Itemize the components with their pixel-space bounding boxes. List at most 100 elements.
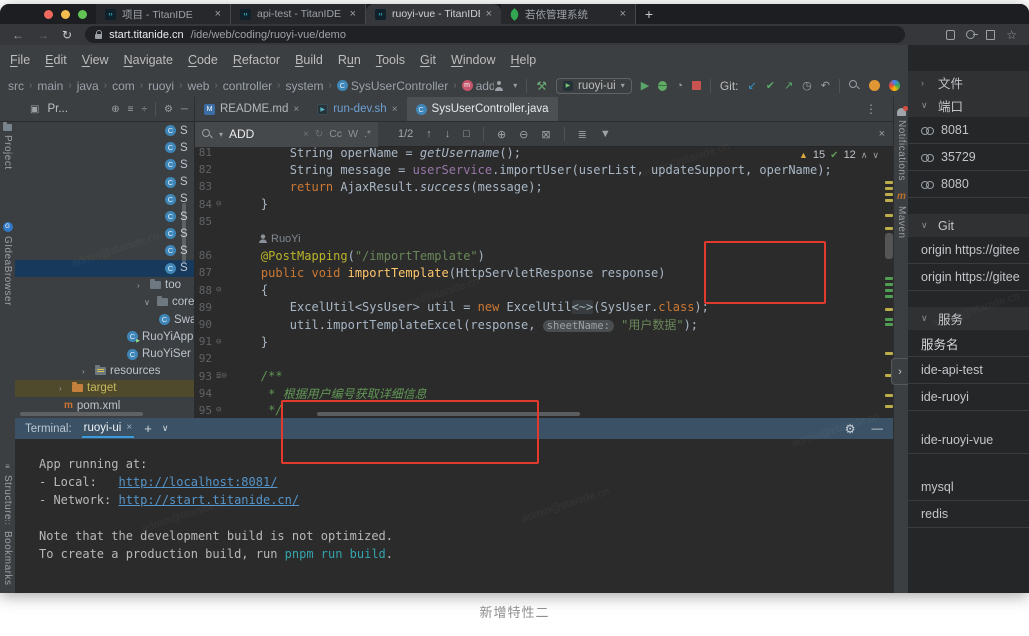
tool-window-notifications[interactable]: Notifications (894, 108, 909, 181)
collapse-all-icon[interactable]: ÷ (141, 104, 147, 115)
tool-window-project[interactable]: Project (0, 124, 15, 170)
menu-item-tools[interactable]: Tools (376, 53, 405, 67)
port-item[interactable]: 8080 (908, 171, 1029, 198)
reload-icon[interactable]: ↻ (62, 29, 72, 41)
remove-selection-icon[interactable]: ⊖ (519, 128, 528, 141)
port-item[interactable]: 35729 (908, 144, 1029, 171)
menu-item-window[interactable]: Window (451, 53, 495, 67)
tree-item[interactable]: ›too (15, 277, 194, 294)
tree-item[interactable]: ›target (15, 380, 194, 397)
stop-button[interactable] (692, 81, 701, 90)
new-terminal-icon[interactable]: + (144, 421, 152, 436)
back-icon[interactable]: ← (12, 29, 24, 41)
browser-tab[interactable]: ‹›api-test - TitanIDE× (231, 4, 366, 24)
find-input[interactable]: ▾ ADD × ↻ Cc W .* (195, 122, 378, 147)
tree-item[interactable]: CS (15, 225, 194, 242)
match-case-toggle[interactable]: Cc (329, 128, 342, 140)
tree-item[interactable]: CS (15, 260, 194, 277)
panel-item[interactable]: origin https://gitee (908, 237, 1029, 264)
menu-item-navigate[interactable]: Navigate (124, 53, 173, 67)
terminal-dropdown-icon[interactable]: ∨ (162, 423, 169, 434)
panel-section-header[interactable]: ›文件 (908, 71, 1029, 94)
menu-item-git[interactable]: Git (420, 53, 436, 67)
panel-item[interactable]: ide-ruoyi (908, 384, 1029, 411)
assistant-icon[interactable] (869, 80, 880, 91)
terminal-settings-icon[interactable]: ⚙ (845, 422, 856, 436)
run-button[interactable]: ▶ (641, 79, 649, 92)
git-push-icon[interactable]: ↗ (784, 79, 793, 92)
close-window-button[interactable] (44, 10, 53, 19)
words-toggle[interactable]: W (348, 128, 358, 140)
next-issue-icon[interactable]: ∨ (872, 150, 879, 161)
breadcrumb-method[interactable]: add (476, 79, 495, 93)
panel-section-header[interactable]: ∨服务 (908, 307, 1029, 330)
breadcrumb-item[interactable]: main (37, 79, 63, 93)
tree-item[interactable]: CS (15, 242, 194, 259)
tree-item[interactable]: CS (15, 122, 194, 139)
tree-item[interactable]: ∨core.co (15, 294, 194, 311)
tool-window-bookmarks[interactable]: ∷ Bookmarks (0, 518, 15, 586)
panel-item[interactable]: ide-ruoyi-vue (908, 427, 1029, 454)
user-icon[interactable] (494, 81, 504, 91)
breadcrumb-class[interactable]: SysUserController (351, 79, 448, 93)
git-commit-icon[interactable]: ✔ (766, 79, 775, 92)
prev-match-icon[interactable]: ↑ (426, 128, 432, 140)
plugin-icon[interactable] (889, 80, 900, 91)
history-icon[interactable]: ◷ (802, 79, 812, 92)
menu-item-edit[interactable]: Edit (45, 53, 67, 67)
gear-icon[interactable]: ⚙ (164, 104, 173, 115)
hide-panel-icon[interactable]: ─ (181, 104, 188, 115)
breadcrumb-item[interactable]: src (8, 79, 24, 93)
panel-item[interactable]: origin https://gitee (908, 264, 1029, 291)
breadcrumb-item[interactable]: java (77, 79, 99, 93)
address-bar[interactable]: start.titanide.cn/ide/web/coding/ruoyi-v… (85, 26, 905, 43)
tree-item[interactable]: CS (15, 174, 194, 191)
filter-down-icon[interactable]: ▼ (600, 128, 611, 140)
close-find-icon[interactable]: × (879, 128, 885, 140)
panel-item[interactable]: redis (908, 501, 1029, 528)
refresh-icon[interactable]: ↻ (315, 129, 323, 140)
search-everywhere-icon[interactable] (849, 80, 860, 91)
tool-window-maven[interactable]: m Maven (894, 191, 909, 239)
tree-item[interactable]: ›resources (15, 363, 194, 380)
panel-section-header[interactable]: ∨Git (908, 214, 1029, 237)
tree-hscrollbar[interactable] (20, 412, 143, 416)
breadcrumb-item[interactable]: web (187, 79, 209, 93)
close-tab-icon[interactable]: × (392, 104, 398, 115)
browser-tab[interactable]: ‹›项目 - TitanIDE× (96, 4, 231, 24)
menu-item-run[interactable]: Run (338, 53, 361, 67)
chevron-down-icon[interactable]: ▾ (219, 130, 223, 139)
editor-tab[interactable]: MREADME.md× (195, 97, 308, 121)
panel-section-header[interactable]: ∨端口 (908, 94, 1029, 117)
regex-toggle[interactable]: .* (364, 128, 371, 140)
menu-item-refactor[interactable]: Refactor (233, 53, 280, 67)
sidepanel-icon[interactable] (946, 30, 955, 40)
translate-icon[interactable] (986, 30, 995, 40)
panel-collapse-handle[interactable]: › (891, 358, 908, 385)
menu-item-code[interactable]: Code (188, 53, 218, 67)
git-update-icon[interactable]: ↙ (748, 79, 757, 92)
tree-item[interactable]: CRuoYiApp (15, 328, 194, 345)
password-manager-icon[interactable] (966, 30, 975, 39)
chevron-down-icon[interactable]: ▾ (513, 81, 517, 90)
menu-item-help[interactable]: Help (510, 53, 536, 67)
terminal-tab[interactable]: ruoyi-ui × (82, 420, 135, 438)
tree-item[interactable]: CSwa (15, 311, 194, 328)
tool-window-gideabrowser[interactable]: G GIdeaBrowser (0, 222, 15, 306)
expand-all-icon[interactable]: ≡ (128, 104, 134, 115)
close-tab-icon[interactable]: × (486, 8, 492, 20)
inspections-widget[interactable]: ▲ 15 ✔ 12 ∧ ∨ (799, 149, 879, 161)
panel-item[interactable]: mysql (908, 474, 1029, 501)
filter-icon[interactable]: ≣ (578, 128, 587, 141)
menu-item-view[interactable]: View (82, 53, 109, 67)
close-tab-icon[interactable]: × (620, 8, 626, 20)
tree-item[interactable]: CS (15, 139, 194, 156)
close-terminal-tab-icon[interactable]: × (126, 422, 132, 433)
editor-tab[interactable]: ▶run-dev.sh× (308, 97, 406, 121)
close-tab-icon[interactable]: × (215, 8, 221, 20)
breadcrumb-item[interactable]: ruoyi (148, 79, 174, 93)
run-config-select[interactable]: ▶ ruoyi-ui ▾ (556, 78, 632, 94)
menu-item-file[interactable]: File (10, 53, 30, 67)
new-tab-button[interactable]: + (636, 4, 662, 24)
terminal-link[interactable]: http://localhost:8081/ (118, 475, 277, 489)
